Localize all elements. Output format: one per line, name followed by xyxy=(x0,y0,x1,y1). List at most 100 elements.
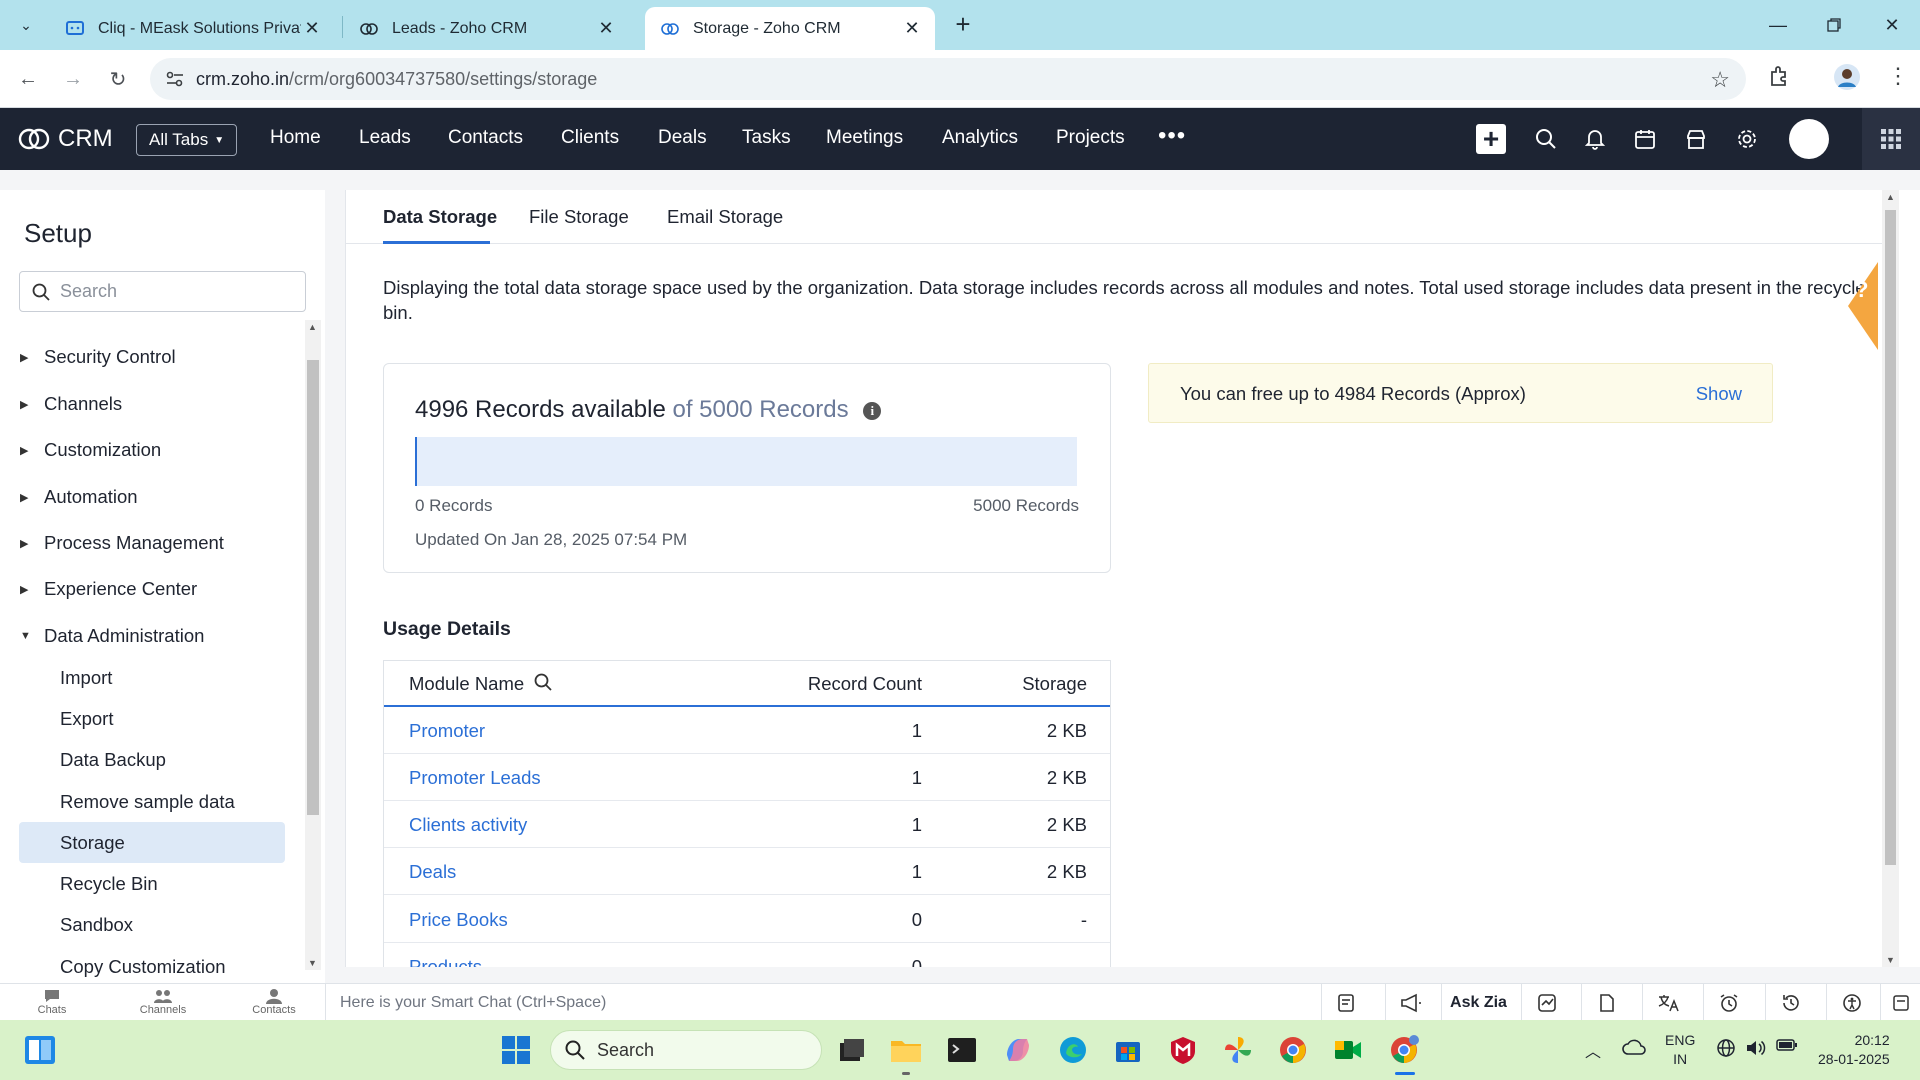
cliq-channels[interactable]: Channels xyxy=(123,988,203,1016)
module-link[interactable]: Price Books xyxy=(409,909,508,931)
nav-deals[interactable]: Deals xyxy=(658,127,707,149)
section-data-administration[interactable]: ▼ Data Administration xyxy=(20,625,204,647)
chrome-profile-icon[interactable] xyxy=(1387,1032,1423,1068)
browser-tab-storage[interactable]: Storage - Zoho CRM ✕ xyxy=(645,7,935,50)
tab-search-chevron-icon[interactable]: ⌄ xyxy=(12,11,40,39)
section-automation[interactable]: ▶ Automation xyxy=(20,486,138,508)
alarm-clock-icon[interactable] xyxy=(1703,984,1753,1021)
app-grid-icon[interactable] xyxy=(1862,108,1920,170)
search-icon[interactable] xyxy=(1533,126,1559,152)
language-indicator[interactable]: ENG IN xyxy=(1665,1031,1695,1069)
nav-leads[interactable]: Leads xyxy=(359,127,411,149)
scroll-up-arrow-icon[interactable]: ▲ xyxy=(1886,192,1895,202)
all-tabs-dropdown[interactable]: All Tabs ▼ xyxy=(136,124,238,156)
sidebar-item-recycle-bin[interactable]: Recycle Bin xyxy=(19,863,285,904)
forward-icon[interactable]: → xyxy=(58,64,88,94)
section-security-control[interactable]: ▶ Security Control xyxy=(20,346,176,368)
cliq-contacts[interactable]: Contacts xyxy=(234,988,314,1016)
tab-email-storage[interactable]: Email Storage xyxy=(667,206,783,228)
volume-icon[interactable] xyxy=(1745,1038,1767,1063)
network-globe-icon[interactable] xyxy=(1716,1038,1736,1063)
file-explorer-icon[interactable] xyxy=(888,1032,924,1068)
close-tab-icon[interactable]: ✕ xyxy=(901,18,923,40)
module-search-icon[interactable] xyxy=(534,673,552,696)
site-settings-icon[interactable] xyxy=(164,68,186,90)
edge-icon[interactable] xyxy=(1055,1032,1091,1068)
close-window-icon[interactable]: ✕ xyxy=(1864,0,1920,50)
taskbar-search[interactable]: Search xyxy=(550,1030,822,1070)
marketplace-icon[interactable] xyxy=(1683,126,1709,152)
sidebar-item-import[interactable]: Import xyxy=(19,657,285,698)
task-view-icon[interactable] xyxy=(834,1032,870,1068)
sidebar-item-sandbox[interactable]: Sandbox xyxy=(19,904,285,945)
bell-icon[interactable] xyxy=(1582,126,1608,152)
extensions-icon[interactable] xyxy=(1767,63,1795,91)
new-tab-button[interactable]: + xyxy=(949,11,977,39)
notes-icon[interactable] xyxy=(1880,984,1920,1021)
scroll-up-arrow-icon[interactable]: ▲ xyxy=(308,322,317,332)
help-question-icon[interactable]: ? xyxy=(1855,277,1868,303)
tablet-icon[interactable] xyxy=(1581,984,1631,1021)
column-module-name[interactable]: Module Name xyxy=(409,673,524,695)
close-tab-icon[interactable]: ✕ xyxy=(301,18,323,40)
profile-avatar[interactable] xyxy=(1833,63,1861,91)
sidebar-item-remove-sample-data[interactable]: Remove sample data xyxy=(19,781,285,822)
module-link[interactable]: Promoter Leads xyxy=(409,767,541,789)
show-hidden-icons-chevron-icon[interactable]: ︿ xyxy=(1585,1038,1601,1062)
minimize-icon[interactable]: — xyxy=(1750,0,1806,50)
browser-tab-leads[interactable]: Leads - Zoho CRM ✕ xyxy=(344,7,629,50)
microsoft-store-icon[interactable] xyxy=(1110,1032,1146,1068)
gear-icon[interactable] xyxy=(1734,126,1760,152)
sidebar-scrollbar[interactable]: ▲ ▼ xyxy=(305,320,321,970)
url-omnibox[interactable]: crm.zoho.in/crm/org60034737580/settings/… xyxy=(150,58,1746,100)
section-customization[interactable]: ▶ Customization xyxy=(20,439,161,461)
section-experience-center[interactable]: ▶ Experience Center xyxy=(20,578,197,600)
system-clock[interactable]: 20:12 28-01-2025 xyxy=(1818,1031,1890,1069)
sidebar-item-data-backup[interactable]: Data Backup xyxy=(19,739,285,780)
nav-analytics[interactable]: Analytics xyxy=(942,127,1018,149)
accessibility-icon[interactable] xyxy=(1826,984,1876,1021)
module-link[interactable]: Products xyxy=(409,956,482,967)
close-tab-icon[interactable]: ✕ xyxy=(595,18,617,40)
feed-icon[interactable] xyxy=(1321,984,1371,1021)
module-link[interactable]: Promoter xyxy=(409,720,485,742)
cliq-chats[interactable]: Chats xyxy=(12,988,92,1016)
photos-pinwheel-icon[interactable] xyxy=(1220,1032,1256,1068)
history-icon[interactable] xyxy=(1765,984,1815,1021)
url-text[interactable]: crm.zoho.in/crm/org60034737580/settings/… xyxy=(196,69,597,90)
nav-projects[interactable]: Projects xyxy=(1056,127,1125,149)
bookmark-star-icon[interactable]: ☆ xyxy=(1710,67,1730,93)
nav-tasks[interactable]: Tasks xyxy=(742,127,791,149)
browser-menu-icon[interactable]: ⋮ xyxy=(1884,63,1912,91)
activity-icon[interactable] xyxy=(1521,984,1571,1021)
widgets-icon[interactable] xyxy=(22,1032,58,1068)
translate-icon[interactable] xyxy=(1642,984,1692,1021)
setup-search-field[interactable] xyxy=(19,271,306,312)
sidebar-scroll-thumb[interactable] xyxy=(307,360,319,815)
sidebar-item-export[interactable]: Export xyxy=(19,698,285,739)
module-link[interactable]: Clients activity xyxy=(409,814,527,836)
mcafee-icon[interactable] xyxy=(1165,1032,1201,1068)
chrome-icon[interactable] xyxy=(1275,1032,1311,1068)
section-process-management[interactable]: ▶ Process Management xyxy=(20,532,224,554)
nav-more-icon[interactable]: ••• xyxy=(1158,122,1186,150)
setup-search-input[interactable] xyxy=(60,281,290,302)
google-meet-icon[interactable] xyxy=(1330,1032,1366,1068)
nav-home[interactable]: Home xyxy=(270,127,321,149)
nav-clients[interactable]: Clients xyxy=(561,127,619,149)
nav-meetings[interactable]: Meetings xyxy=(826,127,903,149)
back-icon[interactable]: ← xyxy=(13,64,43,94)
module-link[interactable]: Deals xyxy=(409,861,456,883)
smart-chat-input[interactable]: Here is your Smart Chat (Ctrl+Space) xyxy=(325,984,1320,1021)
tab-data-storage[interactable]: Data Storage xyxy=(383,206,497,228)
reload-icon[interactable]: ↻ xyxy=(103,64,133,94)
restore-icon[interactable] xyxy=(1806,0,1862,50)
megaphone-icon[interactable] xyxy=(1385,984,1435,1021)
column-storage[interactable]: Storage xyxy=(1022,673,1087,695)
column-record-count[interactable]: Record Count xyxy=(808,673,922,695)
ask-zia-button[interactable]: Ask Zia xyxy=(1441,984,1515,1021)
scroll-down-arrow-icon[interactable]: ▼ xyxy=(308,958,317,968)
main-scrollbar[interactable]: ▲ ▼ xyxy=(1882,190,1899,967)
terminal-icon[interactable] xyxy=(944,1032,980,1068)
main-scroll-thumb[interactable] xyxy=(1885,210,1896,865)
